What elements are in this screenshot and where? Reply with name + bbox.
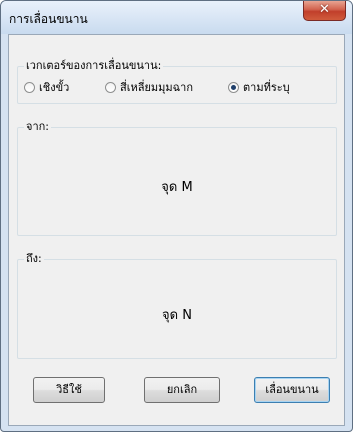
- to-group: ถึง: จุด N: [17, 252, 337, 359]
- vector-type-label: เวกเตอร์ของการเลื่อนขนาน:: [24, 59, 164, 73]
- help-button[interactable]: วิธีใช้: [33, 377, 105, 403]
- from-group: จาก: จุด M: [17, 120, 337, 236]
- dialog-title: การเลื่อนขนาน: [9, 12, 88, 26]
- from-label: จาก:: [24, 120, 51, 134]
- radio-rectangular-circle[interactable]: [105, 82, 116, 93]
- close-icon: ✕: [319, 2, 330, 17]
- radio-polar-label: เชิงขั้ว: [39, 81, 70, 94]
- radio-specified-circle[interactable]: [228, 82, 239, 93]
- translate-dialog: การเลื่อนขนาน ✕ เวกเตอร์ของการเลื่อนขนาน…: [0, 0, 353, 432]
- radio-polar[interactable]: เชิงขั้ว: [24, 81, 69, 94]
- radio-polar-circle[interactable]: [24, 82, 35, 93]
- to-label: ถึง:: [24, 252, 44, 266]
- from-point-value: จุด M: [161, 180, 193, 195]
- cancel-button[interactable]: ยกเลิก: [144, 377, 220, 403]
- close-button[interactable]: ✕: [303, 1, 346, 21]
- radio-specified-label: ตามที่ระบุ: [243, 81, 290, 94]
- title-bar[interactable]: การเลื่อนขนาน ✕: [1, 1, 352, 34]
- to-point-value: จุด N: [162, 308, 192, 323]
- vector-type-group: เวกเตอร์ของการเลื่อนขนาน: เชิงขั้ว สี่เห…: [17, 59, 337, 104]
- radio-specified[interactable]: ตามที่ระบุ: [228, 81, 290, 94]
- dialog-content: เวกเตอร์ของการเลื่อนขนาน: เชิงขั้ว สี่เห…: [8, 34, 345, 426]
- translate-button[interactable]: เลื่อนขนาน: [254, 377, 330, 403]
- radio-rectangular-label: สี่เหลี่ยมมุมฉาก: [120, 81, 193, 94]
- radio-rectangular[interactable]: สี่เหลี่ยมมุมฉาก: [105, 81, 193, 94]
